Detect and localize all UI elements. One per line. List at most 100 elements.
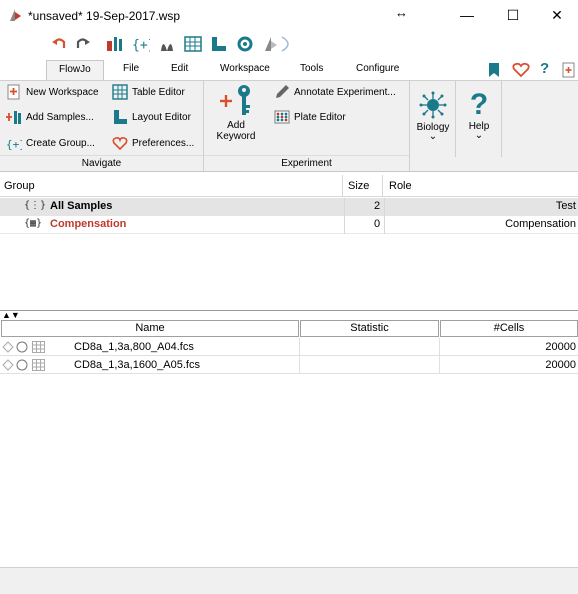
plate-icon [274, 110, 290, 124]
tab-tools[interactable]: Tools [300, 63, 323, 74]
group-quick-icon[interactable]: {+} [132, 35, 150, 53]
group-size: 0 [374, 218, 381, 230]
create-group-button[interactable]: {+} Create Group... [6, 135, 95, 152]
column-divider[interactable] [382, 175, 383, 197]
preferences-button[interactable]: Preferences... [112, 135, 194, 151]
grid-icon [32, 341, 45, 353]
annotate-experiment-button[interactable]: Annotate Experiment... [274, 84, 396, 100]
layout-editor-quick-icon[interactable] [210, 35, 228, 53]
refresh-quick-icon[interactable] [236, 35, 254, 53]
heart-icon[interactable] [512, 62, 530, 78]
svg-text:{+}: {+} [6, 138, 22, 151]
keyword-key-icon [220, 85, 250, 115]
layout-quick-icon[interactable] [158, 35, 176, 53]
table-quick-icon[interactable] [184, 35, 202, 53]
column-header-size[interactable]: Size [348, 180, 369, 192]
minimize-button[interactable]: — [452, 4, 482, 26]
create-group-label: Create Group... [26, 137, 95, 149]
redo-icon[interactable] [74, 35, 92, 53]
plate-editor-button[interactable]: Plate Editor [274, 109, 346, 125]
column-header-role[interactable]: Role [389, 180, 412, 192]
biology-button[interactable]: Biology ⌄ [414, 91, 452, 142]
tab-workspace[interactable]: Workspace [220, 63, 270, 74]
circle-icon [16, 341, 28, 353]
new-workspace-button[interactable]: New Workspace [6, 84, 99, 100]
column-header-group[interactable]: Group [4, 180, 35, 192]
table-editor-icon [112, 84, 128, 100]
diamond-icon [2, 359, 14, 371]
sample-row[interactable]: CD8a_1,3a,1600_A05.fcs 20000 [0, 356, 578, 374]
svg-text:{+}: {+} [132, 38, 150, 53]
ribbon-group-help: ? Help ⌄ [456, 81, 502, 157]
help-icon[interactable]: ? [540, 60, 549, 77]
ribbon-group-experiment: Add Keyword Annotate Experiment... Plate… [204, 81, 410, 171]
sample-table: Name Statistic #Cells CD8a_1,3a,800_A04.… [0, 319, 578, 567]
group-row-all-samples[interactable]: {⋮} All Samples 2 Test [0, 198, 578, 216]
sample-cell-count: 20000 [545, 359, 576, 371]
group-role: Compensation [505, 218, 576, 230]
plugin-quick-icon[interactable] [262, 35, 280, 53]
tab-flowjo[interactable]: FlowJo [46, 60, 104, 81]
biology-chevron-icon: ⌄ [428, 131, 438, 142]
tab-edit[interactable]: Edit [171, 63, 188, 74]
window-title: *unsaved* 19-Sep-2017.wsp [28, 9, 181, 23]
new-workspace-icon [7, 84, 20, 100]
new-workspace-label: New Workspace [26, 86, 99, 98]
all-samples-group-icon: {⋮} [24, 200, 47, 211]
column-header-statistic[interactable]: Statistic [300, 320, 439, 337]
group-size: 2 [374, 200, 381, 212]
column-divider[interactable] [342, 175, 343, 197]
pencil-icon [276, 85, 289, 98]
circle-icon [16, 359, 28, 371]
sample-name: CD8a_1,3a,1600_A05.fcs [74, 359, 200, 371]
ribbon: New Workspace Add Samples... {+} Create … [0, 80, 578, 172]
group-name: Compensation [50, 218, 127, 230]
ribbon-group-navigate: New Workspace Add Samples... {+} Create … [0, 81, 204, 171]
layout-editor-label: Layout Editor [132, 111, 191, 123]
column-header-cells[interactable]: #Cells [440, 320, 578, 337]
pane-splitter[interactable]: ▲▼ [0, 310, 578, 320]
group-table: Group Size Role {⋮} All Samples 2 Test {… [0, 175, 578, 310]
compensation-group-icon: {▦} [24, 218, 43, 229]
group-table-header: Group Size Role [0, 175, 578, 197]
add-samples-quick-icon[interactable] [106, 35, 124, 53]
navigate-group-label: Navigate [0, 155, 203, 170]
preferences-label: Preferences... [132, 137, 195, 149]
add-keyword-label-line1: Add [227, 120, 245, 131]
preferences-icon [112, 136, 128, 151]
group-row-compensation[interactable]: {▦} Compensation 0 Compensation [0, 216, 578, 234]
help-button[interactable]: ? Help ⌄ [460, 88, 498, 141]
ribbon-group-biology: Biology ⌄ [410, 81, 456, 157]
column-header-name[interactable]: Name [1, 320, 299, 337]
table-editor-label: Table Editor [132, 86, 185, 98]
layout-editor-button[interactable]: Layout Editor [112, 109, 191, 125]
menu-bar: FlowJo File Edit Workspace Tools Configu… [0, 60, 578, 81]
add-samples-icon [6, 111, 21, 124]
title-bar: *unsaved* 19-Sep-2017.wsp ↔ — ☐ ✕ [0, 0, 578, 30]
sample-name: CD8a_1,3a,800_A04.fcs [74, 341, 194, 353]
help-question-icon: ? [469, 88, 489, 121]
add-keyword-button[interactable]: Add Keyword [214, 83, 258, 142]
group-name: All Samples [50, 200, 113, 212]
maximize-button[interactable]: ☐ [498, 4, 528, 26]
layout-editor-icon [114, 110, 127, 124]
resize-arrow-icon[interactable]: ↔ [395, 5, 408, 20]
bookmark-icon[interactable] [488, 62, 500, 78]
experiment-group-label: Experiment [204, 155, 409, 170]
flowjo-app-icon [10, 9, 21, 21]
cell-icon [419, 91, 447, 119]
sample-row[interactable]: CD8a_1,3a,800_A04.fcs 20000 [0, 338, 578, 356]
new-doc-icon[interactable] [562, 62, 576, 78]
close-button[interactable]: ✕ [542, 4, 572, 26]
tab-file[interactable]: File [123, 63, 139, 74]
sample-cell-count: 20000 [545, 341, 576, 353]
status-bar [0, 567, 578, 594]
group-role: Test [555, 200, 576, 212]
add-samples-button[interactable]: Add Samples... [6, 109, 94, 125]
add-samples-label: Add Samples... [26, 111, 94, 123]
diamond-icon [2, 341, 14, 353]
help-chevron-icon: ⌄ [474, 130, 484, 141]
tab-configure[interactable]: Configure [356, 63, 399, 74]
table-editor-button[interactable]: Table Editor [112, 84, 185, 100]
undo-icon[interactable] [50, 35, 68, 53]
